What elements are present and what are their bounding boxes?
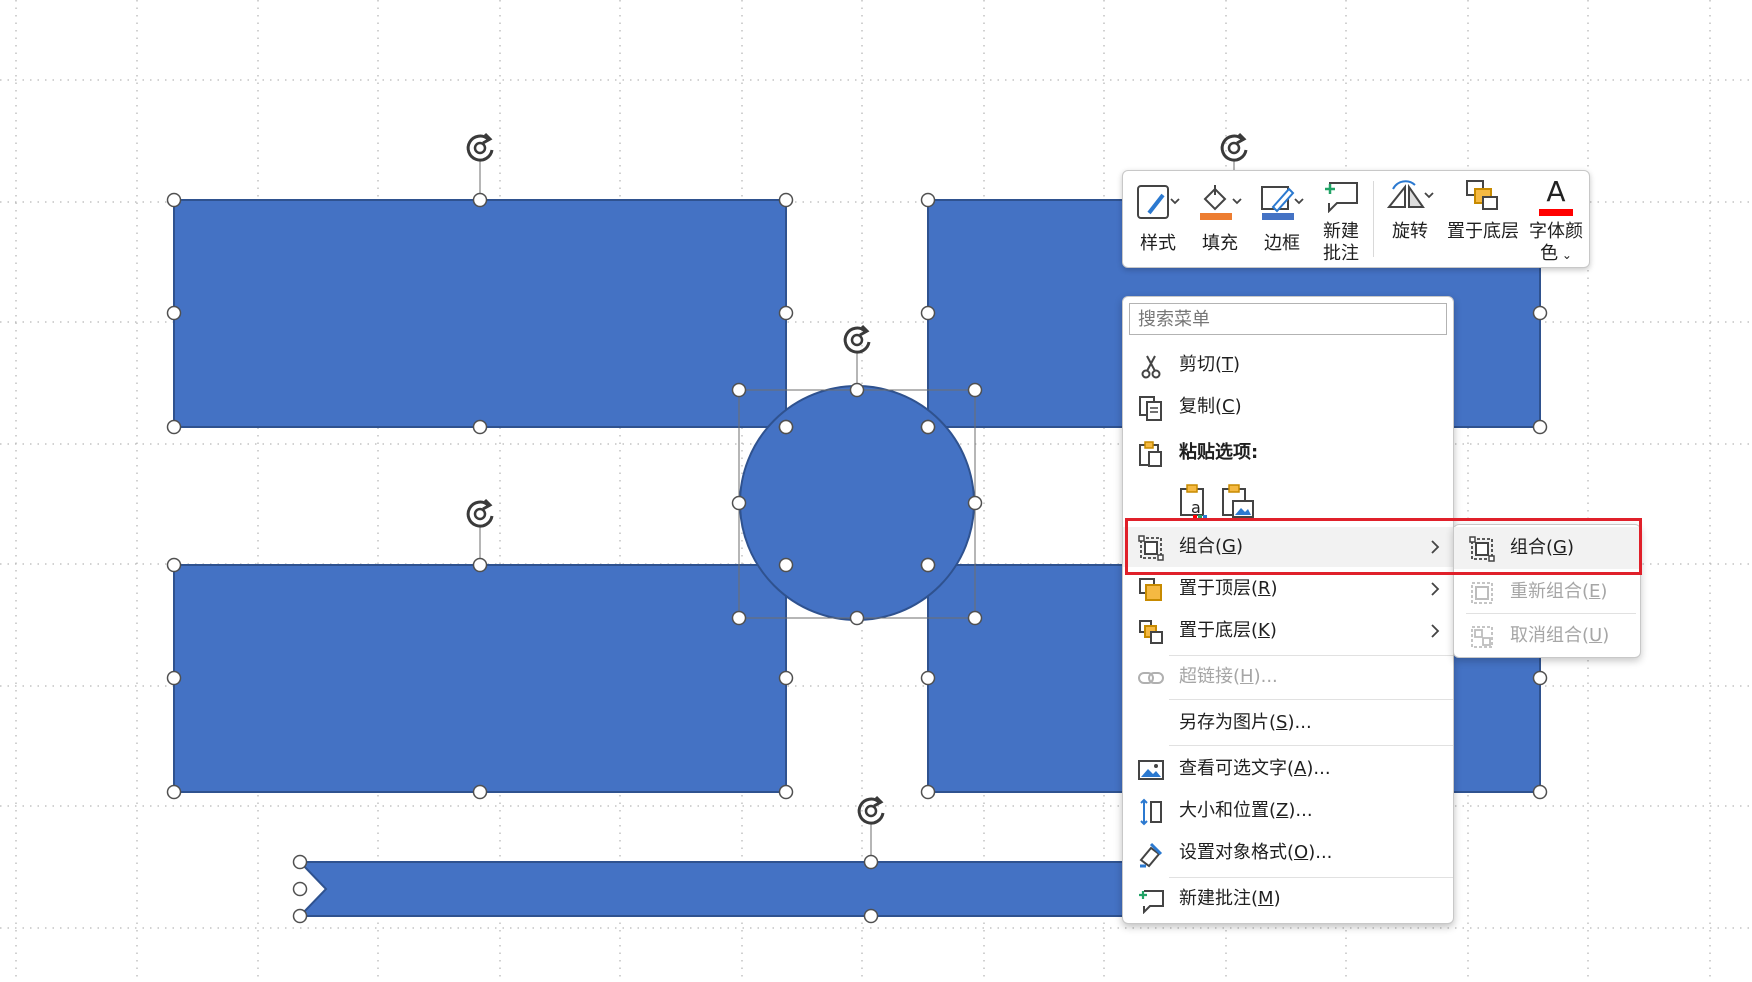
menu-item-label: 超链接(H)... <box>1179 666 1278 687</box>
submenu-item-label: 组合(G) <box>1510 537 1575 558</box>
menu-item-copy[interactable]: 复制(C) <box>1123 387 1453 427</box>
menu-separator <box>1169 877 1453 878</box>
menu-item-format-object[interactable]: 设置对象格式(O)... <box>1123 833 1453 873</box>
clipboard-icon <box>1139 441 1162 467</box>
new-comment-button[interactable]: 新建 批注 <box>1313 177 1369 265</box>
mini-toolbar: 样式 填充 边框 新建 批注 旋转 置于底层 A 字体颜 色 ⌄ <box>1122 170 1590 268</box>
outline-pen-icon <box>1261 186 1304 220</box>
rotate-handle-icon <box>1220 132 1248 162</box>
fill-bucket-icon <box>1200 185 1242 220</box>
menu-item-label: 复制(C) <box>1179 396 1242 417</box>
menu-separator <box>1169 699 1453 700</box>
new-comment-label-line1: 新建 <box>1323 221 1359 242</box>
rotate-handle-icon <box>843 324 871 354</box>
group-objects-icon <box>1138 535 1164 561</box>
menu-item-size-position[interactable]: 大小和位置(Z)... <box>1123 791 1453 831</box>
send-to-back-icon <box>1139 620 1163 644</box>
rotate-shape-icon <box>1386 180 1434 208</box>
rotate-label: 旋转 <box>1392 221 1428 242</box>
format-object-icon <box>1139 842 1163 868</box>
outline-button[interactable]: 边框 <box>1251 177 1313 263</box>
context-menu: 剪切(T) 复制(C) 粘贴选项: a <box>1122 296 1454 924</box>
new-comment-label-line2: 批注 <box>1323 243 1359 264</box>
toolbar-separator <box>1373 181 1374 257</box>
rectangle-shape-top-left[interactable] <box>173 199 787 428</box>
slide-canvas[interactable] <box>0 0 1752 982</box>
submenu-item-regroup: 重新组合(E) <box>1454 571 1640 613</box>
menu-item-new-comment[interactable]: 新建批注(M) <box>1123 879 1453 919</box>
font-color-glyph: A <box>1546 175 1566 208</box>
arrow-banner-shape[interactable] <box>297 861 1141 917</box>
submenu-item-label: 重新组合(E) <box>1510 581 1608 602</box>
copy-icon <box>1139 396 1162 421</box>
style-label: 样式 <box>1140 233 1176 254</box>
fill-button[interactable]: 填充 <box>1189 177 1251 263</box>
send-to-back-toolbar-button[interactable]: 置于底层 <box>1443 177 1523 263</box>
menu-item-label: 置于底层(K) <box>1179 620 1277 641</box>
chevron-down-icon: ⌄ <box>1558 248 1572 262</box>
menu-separator <box>1169 655 1453 656</box>
bring-to-front-icon <box>1139 578 1162 601</box>
menu-item-send-to-back[interactable]: 置于底层(K) <box>1123 611 1453 651</box>
menu-search-input[interactable] <box>1129 303 1447 335</box>
submenu-item-label: 取消组合(U) <box>1510 625 1610 646</box>
chevron-right-icon <box>1431 624 1440 638</box>
submenu-separator <box>1466 613 1636 614</box>
rectangle-shape-middle-left[interactable] <box>173 564 787 793</box>
rotate-handle-icon <box>466 498 494 528</box>
ungroup-icon <box>1471 626 1493 648</box>
rotate-handle-icon <box>857 795 885 825</box>
group-submenu: 组合(G) 重新组合(E) 取消组合(U) <box>1453 524 1641 658</box>
chevron-right-icon <box>1431 540 1440 554</box>
font-color-label-line1: 字体颜 <box>1529 221 1583 242</box>
scissors-icon <box>1141 355 1161 379</box>
send-to-back-toolbar-label: 置于底层 <box>1447 221 1519 242</box>
menu-item-label: 新建批注(M) <box>1179 888 1281 909</box>
menu-item-save-as-picture[interactable]: 另存为图片(S)... <box>1123 703 1453 743</box>
menu-item-label: 组合(G) <box>1179 536 1244 557</box>
menu-item-label: 剪切(T) <box>1179 354 1241 375</box>
menu-item-label: 设置对象格式(O)... <box>1179 842 1333 863</box>
menu-item-label: 粘贴选项: <box>1179 442 1259 463</box>
font-color-icon: A <box>1537 177 1575 217</box>
group-objects-icon <box>1469 536 1495 562</box>
shape-style-icon <box>1137 185 1180 219</box>
menu-item-cut[interactable]: 剪切(T) <box>1123 345 1453 385</box>
new-comment-icon <box>1325 182 1358 213</box>
menu-separator <box>1169 745 1453 746</box>
menu-item-label: 另存为图片(S)... <box>1179 712 1312 733</box>
paste-as-picture-icon[interactable] <box>1219 483 1257 521</box>
size-position-icon <box>1140 798 1162 826</box>
style-button[interactable]: 样式 <box>1127 177 1189 263</box>
paste-option-buttons: a <box>1175 481 1285 523</box>
new-comment-label: 新建 批注 <box>1313 221 1369 265</box>
fill-label: 填充 <box>1202 233 1238 254</box>
rotate-handle-icon <box>466 132 494 162</box>
alt-text-icon <box>1138 760 1164 780</box>
send-to-back-icon <box>1466 180 1498 210</box>
menu-item-bring-to-front[interactable]: 置于顶层(R) <box>1123 569 1453 609</box>
chevron-right-icon <box>1431 582 1440 596</box>
menu-item-group[interactable]: 组合(G) <box>1123 527 1453 567</box>
link-icon <box>1138 672 1164 684</box>
rotate-button[interactable]: 旋转 <box>1377 177 1443 263</box>
menu-item-label: 查看可选文字(A)... <box>1179 758 1331 779</box>
menu-item-alt-text[interactable]: 查看可选文字(A)... <box>1123 749 1453 789</box>
menu-item-label: 置于顶层(R) <box>1179 578 1278 599</box>
regroup-icon <box>1471 582 1493 604</box>
font-color-label: 字体颜 色 ⌄ <box>1525 221 1587 266</box>
outline-label: 边框 <box>1264 233 1300 254</box>
submenu-item-ungroup: 取消组合(U) <box>1454 615 1640 657</box>
menu-item-paste-options: 粘贴选项: <box>1123 433 1453 473</box>
submenu-item-group[interactable]: 组合(G) <box>1454 527 1640 569</box>
menu-item-hyperlink: 超链接(H)... <box>1123 657 1453 697</box>
font-color-label-line2: 色 <box>1540 243 1559 264</box>
circle-shape[interactable] <box>739 385 975 621</box>
paste-keep-text-icon[interactable]: a <box>1177 483 1213 521</box>
svg-text:a: a <box>1191 498 1201 517</box>
menu-item-label: 大小和位置(Z)... <box>1179 800 1313 821</box>
font-color-button[interactable]: A 字体颜 色 ⌄ <box>1525 177 1587 266</box>
new-comment-icon <box>1139 890 1164 914</box>
